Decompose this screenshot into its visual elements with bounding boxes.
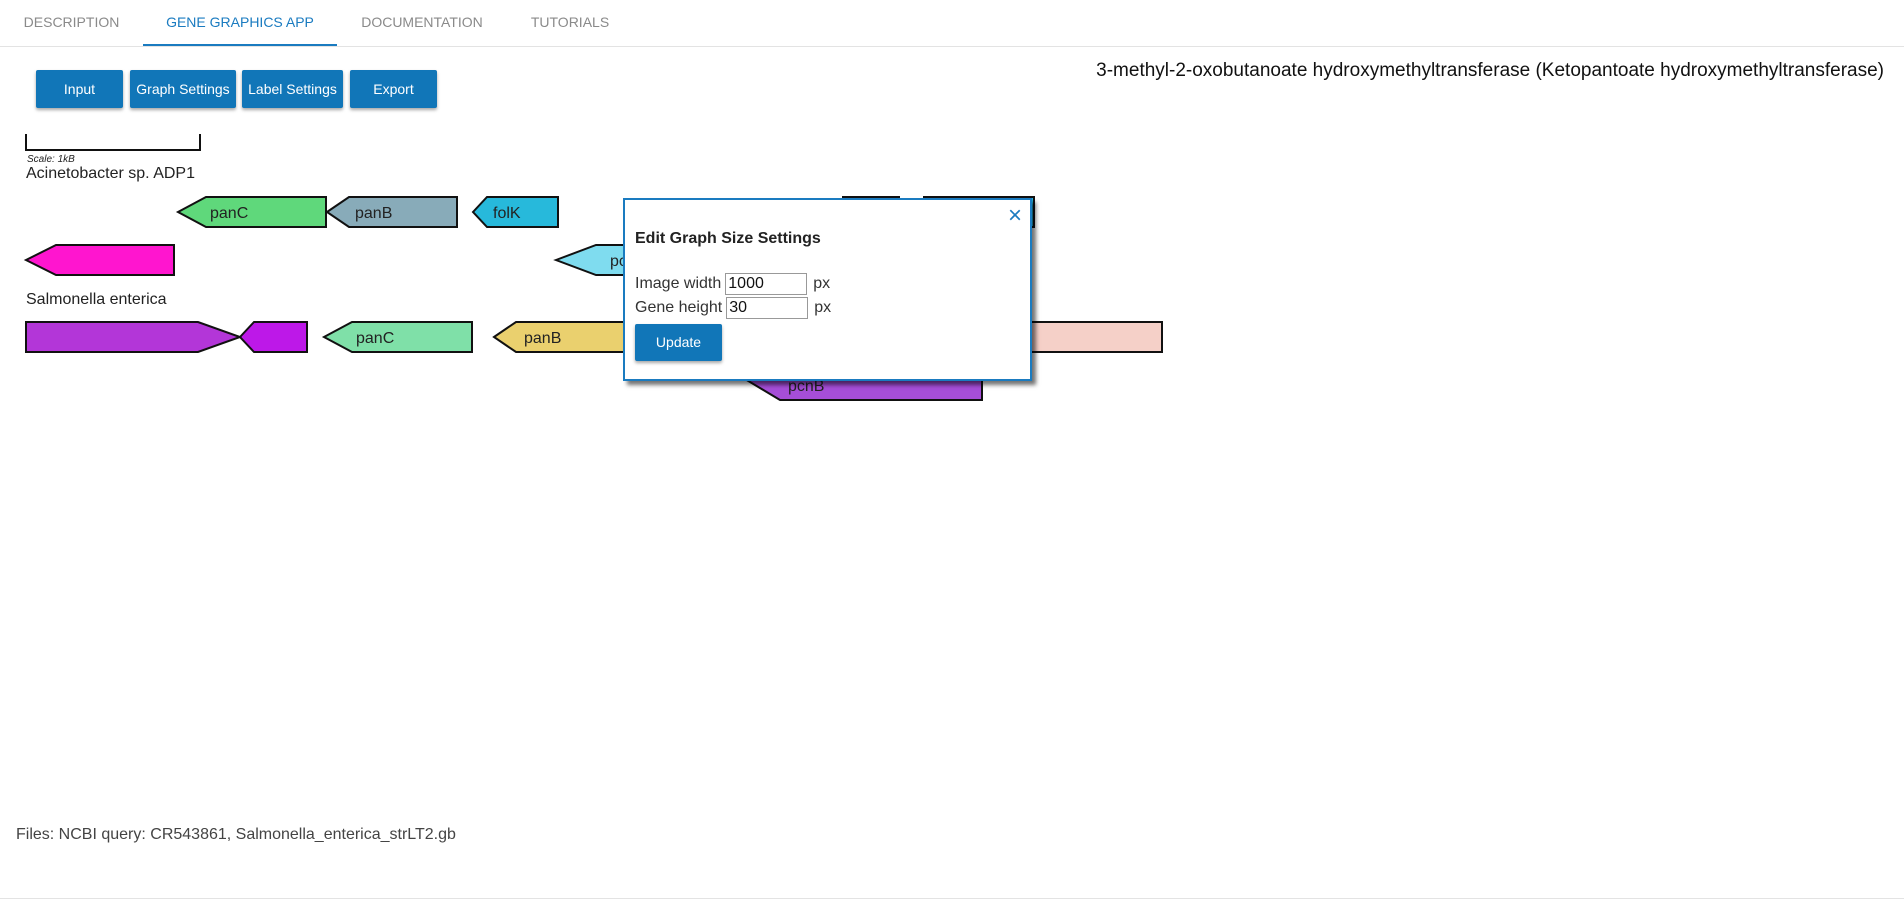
unit-label: px <box>814 299 832 316</box>
gene-label: folK <box>493 205 521 222</box>
tab-documentation[interactable]: DOCUMENTATION <box>337 0 507 45</box>
gene-height-input[interactable] <box>726 297 809 319</box>
edit-graph-size-dialog: × Edit Graph Size Settings Image width p… <box>623 198 1032 381</box>
scale-label: Scale: 1kB <box>27 154 75 165</box>
page-title: 3-methyl-2-oxobutanoate hydroxymethyltra… <box>1096 60 1884 81</box>
gene-unlabeled-salmonella[interactable] <box>1009 321 1163 353</box>
gene-label: panC <box>210 205 248 222</box>
bottom-divider <box>0 898 1904 899</box>
dialog-title: Edit Graph Size Settings <box>635 230 821 247</box>
graph-settings-button[interactable]: Graph Settings <box>130 70 236 108</box>
gene-label: panC <box>356 330 394 347</box>
update-button[interactable]: Update <box>635 324 722 361</box>
gene-unlabeled-salmonella[interactable] <box>25 321 243 353</box>
scale-bar: Scale: 1kB <box>25 134 201 165</box>
export-button[interactable]: Export <box>350 70 437 108</box>
genome-name-salmonella: Salmonella enterica <box>26 291 167 308</box>
gene-label: panB <box>524 330 561 347</box>
image-width-row: Image width px <box>635 272 830 296</box>
close-icon[interactable]: × <box>1008 204 1022 228</box>
gene-panC-acinetobacter[interactable] <box>175 196 327 228</box>
image-width-label: Image width <box>635 275 722 292</box>
gene-height-label: Gene height <box>635 299 723 316</box>
gene-height-row: Gene height px <box>635 296 831 320</box>
image-width-input[interactable] <box>725 273 808 295</box>
gene-label: panB <box>355 205 392 222</box>
genome-name-acinetobacter: Acinetobacter sp. ADP1 <box>26 165 195 182</box>
unit-label: px <box>813 275 831 292</box>
tab-bar: DESCRIPTION GENE GRAPHICS APP DOCUMENTAT… <box>0 0 1904 47</box>
label-settings-button[interactable]: Label Settings <box>242 70 343 108</box>
gene-graphics-app: DESCRIPTION GENE GRAPHICS APP DOCUMENTAT… <box>0 0 1904 900</box>
gene-unlabeled-acinetobacter[interactable] <box>23 244 175 276</box>
input-button[interactable]: Input <box>36 70 123 108</box>
gene-unlabeled-salmonella[interactable] <box>238 321 308 353</box>
tab-description[interactable]: DESCRIPTION <box>0 0 143 45</box>
gene-panC-salmonella[interactable] <box>321 321 473 353</box>
tab-gene-graphics-app[interactable]: GENE GRAPHICS APP <box>143 0 337 46</box>
tab-tutorials[interactable]: TUTORIALS <box>507 0 633 45</box>
files-text: Files: NCBI query: CR543861, Salmonella_… <box>16 826 456 843</box>
